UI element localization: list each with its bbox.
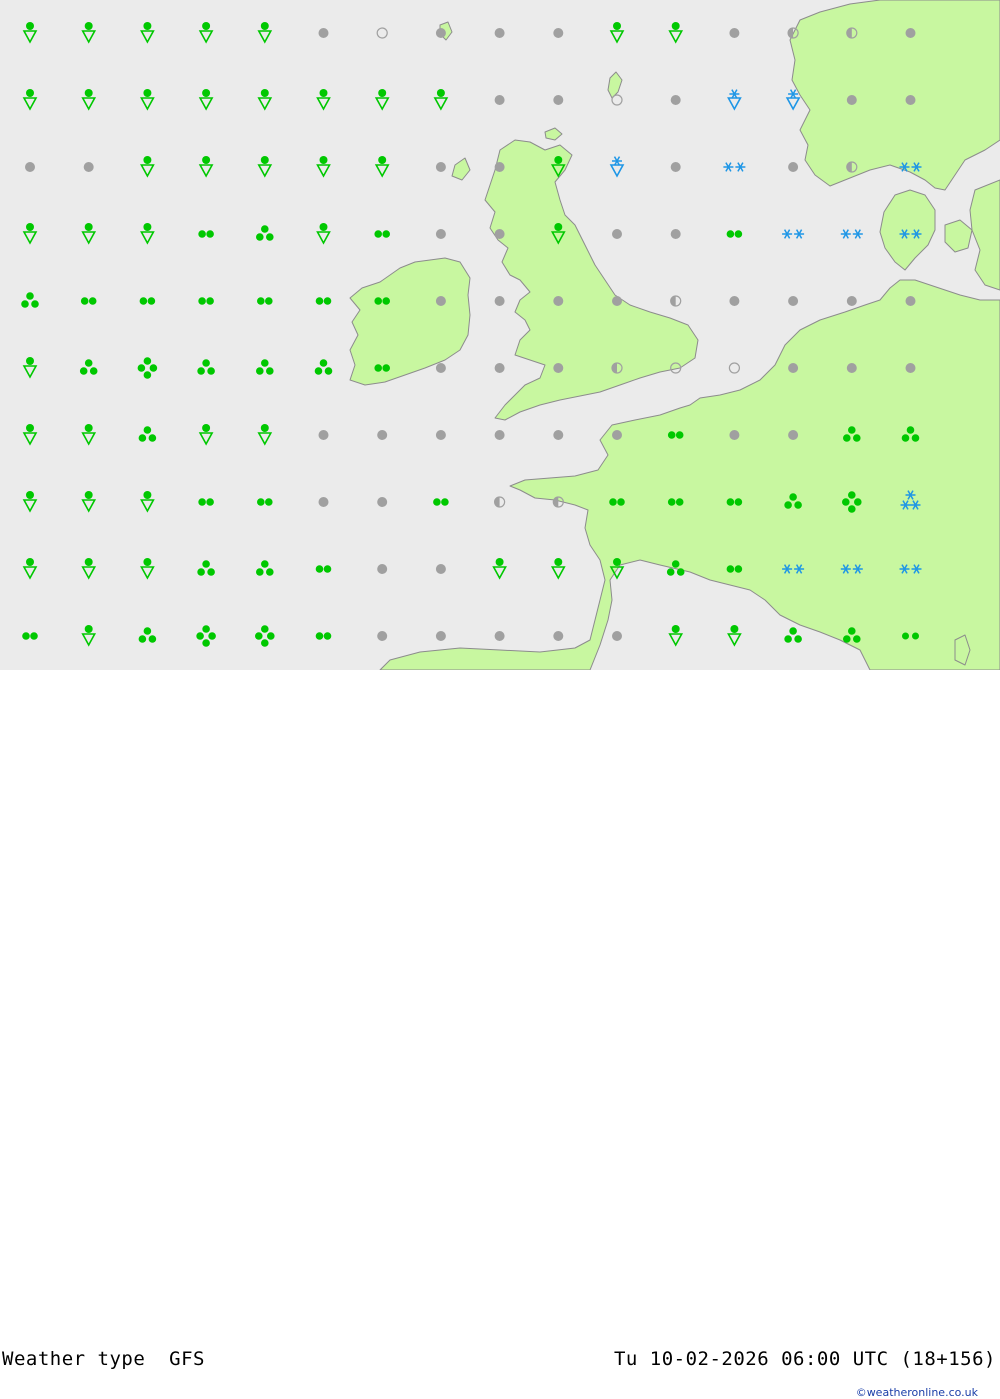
overcast-icon [729,430,740,440]
overcast-icon [670,95,681,105]
map-title: Weather type GFS [2,1348,205,1370]
overcast-icon [494,162,505,172]
weather-map [0,0,1000,670]
overcast-icon [318,430,329,440]
overcast-icon [435,28,446,38]
overcast-icon [612,296,622,306]
overcast-icon [435,363,446,373]
overcast-icon [318,28,329,38]
overcast-icon [377,631,388,641]
overcast-icon [494,296,505,306]
overcast-icon [729,296,740,306]
overcast-icon [435,631,446,641]
overcast-icon [788,430,799,440]
overcast-icon [670,162,681,172]
overcast-icon [553,363,564,373]
overcast-icon [435,430,446,440]
overcast-icon [905,95,916,105]
overcast-icon [612,229,622,239]
overcast-icon [377,430,388,440]
overcast-icon [553,28,564,38]
overcast-icon [83,162,94,172]
footer-bar: Weather type GFS Tu 10-02-2026 06:00 UTC… [0,670,1000,1399]
overcast-icon [435,162,446,172]
overcast-icon [788,162,799,172]
overcast-icon [494,631,505,641]
overcast-icon [553,430,564,440]
overcast-icon [788,296,799,306]
overcast-icon [612,430,622,440]
overcast-icon [553,95,564,105]
overcast-icon [846,363,857,373]
overcast-icon [494,28,505,38]
datetime-label: Tu 10-02-2026 06:00 UTC (18+156) [613,1348,996,1370]
overcast-icon [377,497,388,507]
overcast-icon [318,497,329,507]
overcast-icon [905,363,916,373]
overcast-icon [494,430,505,440]
overcast-icon [612,631,622,641]
overcast-icon [553,296,564,306]
overcast-icon [670,229,681,239]
overcast-icon [494,363,505,373]
overcast-icon [25,162,35,172]
credit-link[interactable]: ©weatheronline.co.uk [856,1386,978,1399]
overcast-icon [435,296,446,306]
overcast-icon [494,229,505,239]
overcast-icon [846,296,857,306]
overcast-icon [377,564,388,574]
overcast-icon [905,28,916,38]
overcast-icon [435,229,446,239]
overcast-icon [494,95,505,105]
model-name: GFS [169,1348,205,1370]
overcast-icon [788,363,799,373]
overcast-icon [846,95,857,105]
overcast-icon [553,631,564,641]
overcast-icon [729,28,740,38]
title-text: Weather type [2,1348,146,1370]
overcast-icon [905,296,916,306]
overcast-icon [435,564,446,574]
